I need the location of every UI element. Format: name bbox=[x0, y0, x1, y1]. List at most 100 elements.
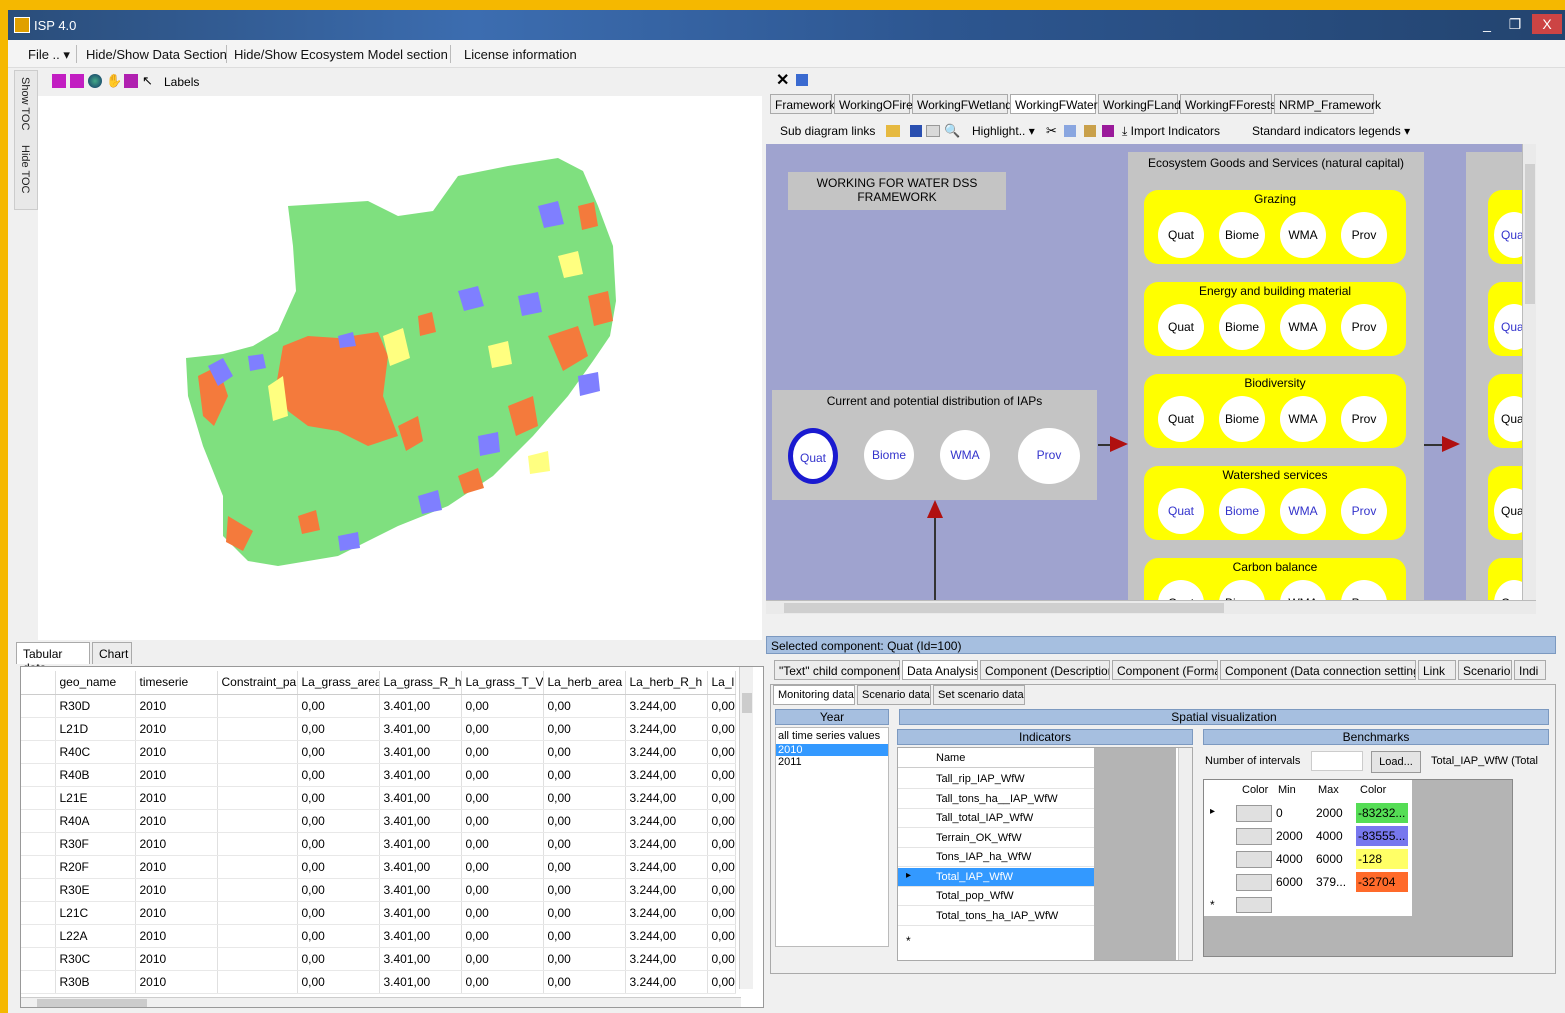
row-header[interactable] bbox=[21, 694, 56, 718]
component-tab[interactable]: Component (Format) bbox=[1112, 660, 1218, 680]
column-header[interactable]: timeserie bbox=[135, 671, 218, 695]
row-header[interactable] bbox=[21, 809, 56, 833]
zoom-in-icon[interactable] bbox=[52, 74, 66, 88]
bench-min[interactable]: 4000 bbox=[1276, 852, 1303, 866]
bench-min[interactable]: 0 bbox=[1276, 806, 1283, 820]
bench-min[interactable]: 2000 bbox=[1276, 829, 1303, 843]
year-item-all[interactable]: all time series values bbox=[776, 728, 888, 744]
framework-diagram[interactable]: WORKING FOR WATER DSS FRAMEWORK Ecosyste… bbox=[766, 144, 1536, 600]
menu-license[interactable]: License information bbox=[464, 47, 577, 62]
service-quat-node[interactable]: Quat bbox=[1158, 488, 1204, 534]
bench-max[interactable]: 4000 bbox=[1316, 829, 1343, 843]
table-cell[interactable]: 0,00 bbox=[543, 855, 626, 879]
table-cell[interactable]: 3.244,00 bbox=[625, 947, 708, 971]
table-cell[interactable]: 0,00 bbox=[461, 740, 544, 764]
table-cell[interactable]: 2010 bbox=[135, 832, 218, 856]
table-cell[interactable]: 0,00 bbox=[543, 694, 626, 718]
table-cell[interactable]: 3.401,00 bbox=[379, 901, 462, 925]
standard-legends-dropdown[interactable]: Standard indicators legends ▾ bbox=[1252, 124, 1410, 138]
tab-tabular-data[interactable]: Tabular data bbox=[16, 642, 90, 675]
data-grid[interactable]: geo_name timeserie Constraint_pa La_grass_a… bbox=[20, 666, 764, 1008]
iap-prov-node[interactable]: Prov bbox=[1018, 428, 1080, 484]
iap-biome-node[interactable]: Biome bbox=[864, 430, 914, 480]
service-quat-node[interactable]: Quat bbox=[1158, 304, 1204, 350]
table-cell[interactable]: 0,00 bbox=[707, 924, 736, 948]
table-cell[interactable]: 2010 bbox=[135, 855, 218, 879]
component-tab[interactable]: Link bbox=[1418, 660, 1456, 680]
zoom-out-icon[interactable] bbox=[70, 74, 84, 88]
column-header[interactable]: Constraint_pa bbox=[217, 671, 298, 695]
table-cell[interactable]: 0,00 bbox=[461, 763, 544, 787]
table-cell[interactable]: 0,00 bbox=[461, 970, 544, 994]
table-cell[interactable] bbox=[217, 717, 298, 741]
row-header[interactable] bbox=[21, 901, 56, 925]
grid-hscroll-thumb[interactable] bbox=[37, 999, 147, 1007]
table-cell[interactable]: R30D bbox=[55, 694, 136, 718]
table-cell[interactable]: 0,00 bbox=[297, 740, 380, 764]
framework-tab[interactable]: WorkingFForests bbox=[1180, 94, 1276, 114]
benchmark-row[interactable]: 4000 6000 -128 bbox=[1204, 848, 1412, 871]
bench-color-button[interactable] bbox=[1236, 874, 1272, 891]
table-row[interactable]: R40C 2010 0,00 3.401,00 0,00 0,00 3.244,00 0,00 bbox=[21, 740, 736, 764]
table-cell[interactable]: 3.244,00 bbox=[625, 786, 708, 810]
load-button[interactable]: Load... bbox=[1371, 751, 1421, 773]
table-cell[interactable]: 0,00 bbox=[297, 763, 380, 787]
row-header[interactable] bbox=[21, 763, 56, 787]
indicator-row[interactable]: Total_pop_WfW bbox=[898, 887, 1094, 906]
pin-panel-icon[interactable] bbox=[796, 74, 808, 86]
row-header[interactable] bbox=[21, 878, 56, 902]
column-header[interactable]: La_grass_T_V bbox=[461, 671, 544, 695]
row-header[interactable] bbox=[21, 924, 56, 948]
table-cell[interactable]: 3.401,00 bbox=[379, 740, 462, 764]
benchmark-row[interactable]: ▸ 0 2000 -83232... bbox=[1204, 802, 1412, 825]
row-header[interactable] bbox=[21, 947, 56, 971]
table-cell[interactable] bbox=[217, 855, 298, 879]
table-cell[interactable]: 0,00 bbox=[297, 901, 380, 925]
table-cell[interactable] bbox=[217, 809, 298, 833]
benchmark-row[interactable]: 2000 4000 -83555... bbox=[1204, 825, 1412, 848]
grid-scroll-thumb[interactable] bbox=[742, 693, 752, 713]
table-cell[interactable]: 0,00 bbox=[543, 924, 626, 948]
column-header[interactable]: geo_name bbox=[55, 671, 136, 695]
table-cell[interactable]: 3.244,00 bbox=[625, 717, 708, 741]
indicator-row[interactable]: Total_tons_ha_IAP_WfW bbox=[898, 906, 1094, 926]
column-header[interactable]: La_herb_area bbox=[543, 671, 626, 695]
copy-icon[interactable] bbox=[1064, 125, 1076, 137]
service-biome-node[interactable]: Biome bbox=[1219, 396, 1265, 442]
table-cell[interactable]: 0,00 bbox=[707, 809, 736, 833]
sub-diagram-links-button[interactable]: Sub diagram links bbox=[780, 124, 875, 138]
table-cell[interactable]: 3.244,00 bbox=[625, 832, 708, 856]
component-tab[interactable]: Indi bbox=[1514, 660, 1546, 680]
service-biome-node[interactable]: Biome bbox=[1219, 212, 1265, 258]
table-cell[interactable]: 0,00 bbox=[707, 763, 736, 787]
framework-tab[interactable]: WorkingOFire bbox=[834, 94, 913, 114]
bench-color-code[interactable]: -83232... bbox=[1356, 803, 1408, 823]
table-cell[interactable] bbox=[217, 740, 298, 764]
service-prov-node[interactable]: Prov bbox=[1341, 488, 1387, 534]
table-cell[interactable]: 0,00 bbox=[461, 947, 544, 971]
table-cell[interactable] bbox=[217, 901, 298, 925]
bench-color-code[interactable]: -128 bbox=[1356, 849, 1408, 869]
service-biome-node[interactable]: Biome bbox=[1219, 304, 1265, 350]
table-cell[interactable] bbox=[217, 832, 298, 856]
hide-toc-button[interactable]: Hide TOC bbox=[19, 145, 31, 194]
table-cell[interactable]: 0,00 bbox=[543, 832, 626, 856]
table-cell[interactable]: 3.401,00 bbox=[379, 970, 462, 994]
column-header[interactable]: La_grass_R_h bbox=[379, 671, 462, 695]
pointer-icon[interactable]: ↖ bbox=[142, 74, 156, 88]
table-cell[interactable]: 0,00 bbox=[297, 924, 380, 948]
diagram-hscroll-thumb[interactable] bbox=[784, 603, 1224, 613]
table-cell[interactable]: L22A bbox=[55, 924, 136, 948]
labels-button[interactable]: Labels bbox=[164, 75, 199, 89]
table-cell[interactable] bbox=[217, 878, 298, 902]
bench-color-button[interactable] bbox=[1236, 851, 1272, 868]
properties-icon[interactable] bbox=[926, 125, 940, 137]
row-header[interactable] bbox=[21, 970, 56, 994]
table-row[interactable]: L21E 2010 0,00 3.401,00 0,00 0,00 3.244,00 0,00 bbox=[21, 786, 736, 810]
save-icon[interactable] bbox=[910, 125, 922, 137]
table-cell[interactable]: 0,00 bbox=[707, 740, 736, 764]
report-icon[interactable] bbox=[1102, 125, 1114, 137]
table-cell[interactable]: R40A bbox=[55, 809, 136, 833]
table-cell[interactable]: 0,00 bbox=[461, 878, 544, 902]
column-header[interactable]: La_l bbox=[707, 671, 736, 695]
